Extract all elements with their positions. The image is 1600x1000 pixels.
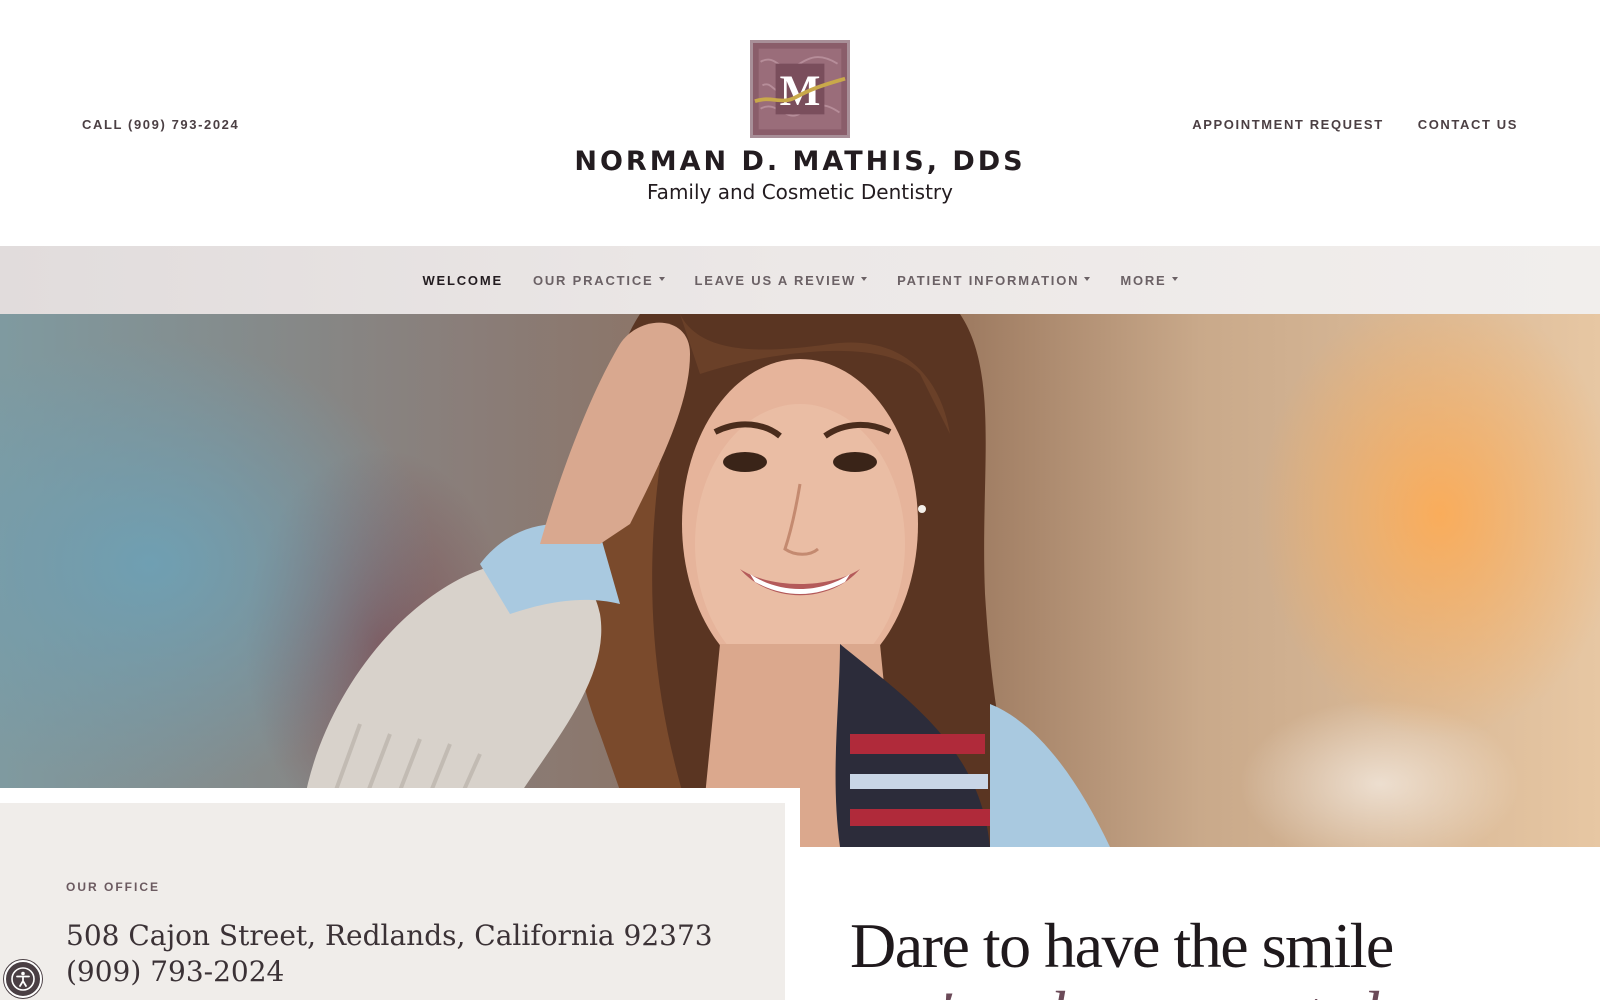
- accessibility-button[interactable]: [4, 960, 42, 998]
- nav-label: OUR PRACTICE: [532, 272, 654, 288]
- practice-subtitle: Family and Cosmetic Dentistry: [647, 180, 953, 204]
- header-links: APPOINTMENT REQUEST CONTACT US: [1192, 117, 1518, 132]
- nav-leave-us-a-review[interactable]: LEAVE US A REVIEW: [695, 273, 868, 288]
- office-label: OUR OFFICE: [66, 880, 160, 894]
- nav-our-practice[interactable]: OUR PRACTICE: [533, 273, 665, 288]
- nav-label: LEAVE US A REVIEW: [694, 272, 857, 288]
- nav-patient-information[interactable]: PATIENT INFORMATION: [897, 272, 1091, 288]
- call-phone-link[interactable]: CALL (909) 793-2024: [82, 117, 239, 132]
- nav-label: WELCOME: [422, 272, 503, 288]
- nav-more[interactable]: MORE: [1120, 272, 1178, 288]
- caret-down-icon: [1084, 277, 1091, 281]
- caret-down-icon: [861, 277, 868, 281]
- hero-headline-line2: you've always wanted: [850, 980, 1379, 1000]
- main-navigation: WELCOME OUR PRACTICE LEAVE US A REVIEW P…: [0, 246, 1600, 314]
- logo-emblem-icon: M: [754, 48, 846, 130]
- nav-welcome[interactable]: WELCOME: [422, 273, 502, 288]
- hero-image: [0, 314, 1600, 847]
- practice-name: NORMAN D. MATHIS, DDS: [574, 146, 1026, 177]
- contact-us-link[interactable]: CONTACT US: [1418, 117, 1518, 132]
- site-header: CALL (909) 793-2024 APPOINTMENT REQUEST …: [0, 0, 1600, 246]
- accessibility-icon: [11, 967, 35, 991]
- smiling-woman-photo: [300, 314, 1110, 847]
- logo-letter: M: [780, 68, 821, 115]
- appointment-request-link[interactable]: APPOINTMENT REQUEST: [1192, 117, 1383, 132]
- office-phone[interactable]: (909) 793-2024: [66, 955, 284, 988]
- nav-label: MORE: [1120, 272, 1167, 288]
- hero-headline: Dare to have the smile: [850, 910, 1394, 981]
- caret-down-icon: [658, 277, 665, 281]
- practice-logo[interactable]: M: [750, 40, 850, 138]
- caret-down-icon: [1171, 277, 1178, 281]
- nav-label: PATIENT INFORMATION: [897, 272, 1080, 288]
- office-address: 508 Cajon Street, Redlands, California 9…: [66, 919, 713, 952]
